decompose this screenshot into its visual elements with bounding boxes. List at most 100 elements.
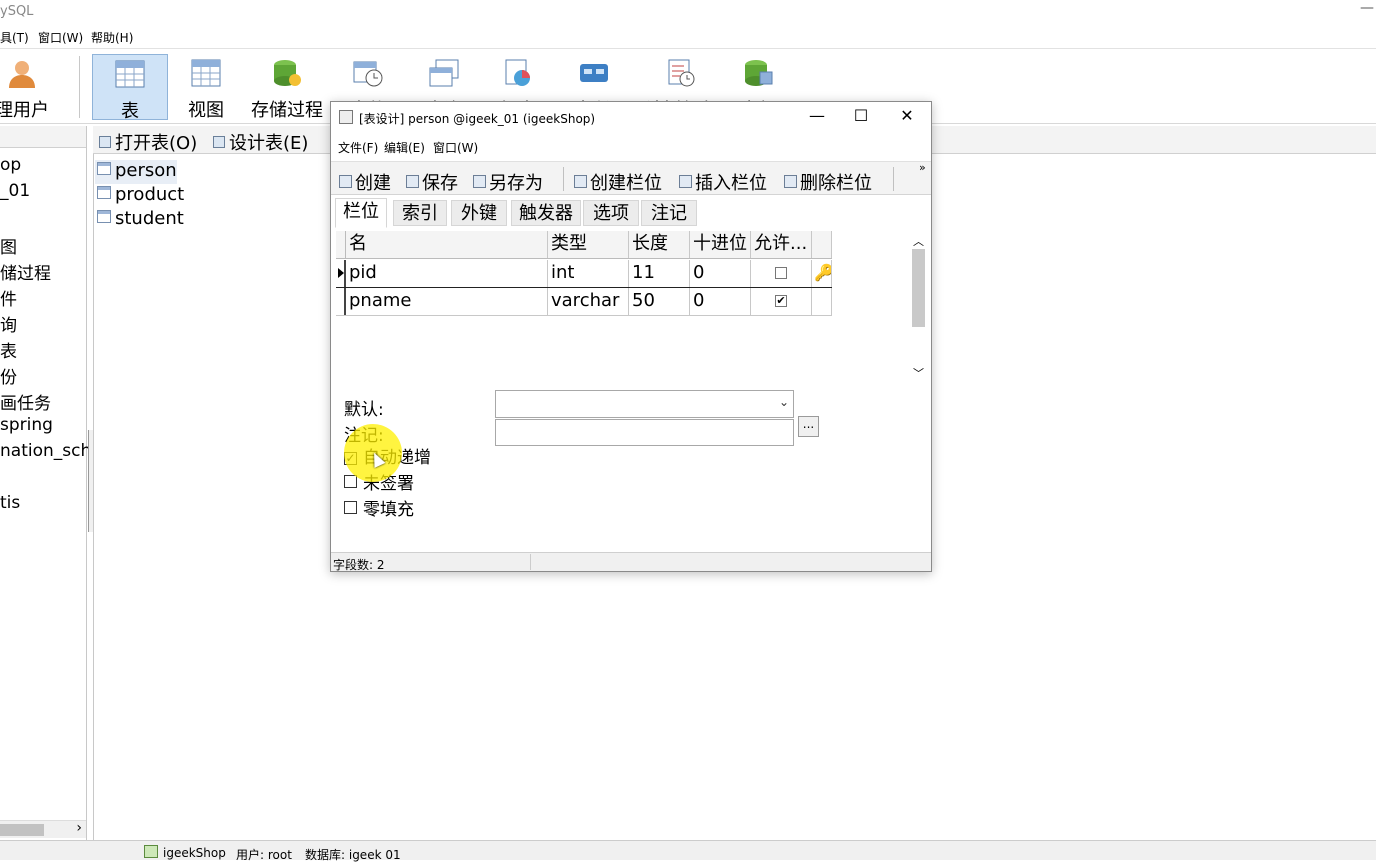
tree-item[interactable]: 图 [0, 233, 17, 258]
tree-item[interactable]: tis [0, 493, 20, 513]
minimize-button[interactable]: — [1360, 0, 1374, 16]
field-length-cell[interactable]: 50 [629, 288, 690, 315]
tab-triggers[interactable]: 触发器 [511, 200, 581, 226]
menu-help[interactable]: 帮助(H) [91, 29, 133, 46]
checkbox-box[interactable] [344, 501, 357, 514]
toolbar-overflow-button[interactable]: » [919, 162, 926, 174]
object-item-product[interactable]: product [95, 184, 184, 208]
column-header-key [812, 231, 832, 258]
add-field-button[interactable]: 创建栏位 [574, 169, 662, 195]
toolbar-user-button[interactable]: 理用户 [0, 54, 52, 121]
query-icon [429, 59, 459, 87]
field-length-cell[interactable]: 11 [629, 260, 690, 287]
field-decimals-cell[interactable]: 0 [690, 288, 751, 315]
allow-null-checkbox[interactable]: ✔ [775, 295, 787, 307]
current-row-icon [338, 268, 344, 278]
toolbar-procedure-label: 存储过程 [251, 100, 323, 121]
field-allow-null-cell[interactable]: ✔ [751, 288, 812, 315]
default-value-select[interactable]: ⌄ [495, 390, 794, 418]
comment-edit-button[interactable]: ... [798, 416, 819, 437]
save-as-button[interactable]: 另存为 [473, 169, 543, 195]
tree-item[interactable]: 画任务 [0, 389, 51, 414]
tree-item[interactable]: nation_sch [0, 441, 91, 461]
column-header-decimals[interactable]: 十进位 [690, 231, 751, 258]
dialog-status-bar: 字段数: 2 [331, 552, 931, 572]
tab-foreign-keys[interactable]: 外键 [451, 200, 507, 226]
create-label: 创建 [355, 173, 391, 194]
dialog-menu-file[interactable]: 文件(F) [338, 139, 378, 156]
primary-key-cell[interactable] [812, 288, 832, 315]
toolbar-separator [893, 167, 894, 191]
open-table-button[interactable]: 打开表(O) [99, 129, 197, 155]
menu-tools[interactable]: 具(T) [0, 29, 29, 46]
table-icon [97, 186, 111, 199]
menu-window[interactable]: 窗口(W) [38, 29, 83, 46]
dialog-close-button[interactable]: ✕ [887, 106, 927, 125]
toolbar-table-label: 表 [121, 101, 139, 122]
design-table-button[interactable]: 设计表(E) [213, 129, 308, 155]
primary-key-cell[interactable]: 🔑 [812, 260, 832, 287]
checkbox-box[interactable] [344, 475, 357, 488]
key-icon: 🔑 [814, 263, 832, 282]
dialog-maximize-button[interactable]: ☐ [841, 106, 881, 125]
all-icon [745, 60, 773, 86]
tree-search-bar[interactable] [0, 126, 86, 148]
tab-comment[interactable]: 注记 [641, 200, 697, 226]
tree-item[interactable]: 表 [0, 337, 17, 362]
table-row[interactable]: pid int 11 0 🔑 [336, 260, 832, 288]
dialog-minimize-button[interactable]: — [797, 106, 837, 125]
field-allow-null-cell[interactable] [751, 260, 812, 287]
tree-item[interactable]: _01 [0, 181, 30, 201]
field-name-cell[interactable]: pid [346, 260, 548, 287]
row-indicator [336, 231, 346, 258]
comment-field[interactable] [495, 419, 794, 446]
tab-options[interactable]: 选项 [583, 200, 639, 226]
dialog-menu-window[interactable]: 窗口(W) [433, 139, 478, 156]
create-button[interactable]: 创建 [339, 169, 391, 195]
field-name-cell[interactable]: pname [346, 288, 548, 315]
tab-fields[interactable]: 栏位 [335, 198, 387, 228]
table-row[interactable]: pname varchar 50 0 ✔ [336, 288, 832, 316]
column-header-name[interactable]: 名 [346, 231, 548, 258]
save-button[interactable]: 保存 [406, 169, 458, 195]
scroll-right-icon[interactable]: › [76, 820, 82, 836]
dialog-menu-edit[interactable]: 编辑(E) [384, 139, 425, 156]
scrollbar-thumb[interactable] [912, 249, 925, 327]
row-indicator [336, 260, 346, 287]
tree-item[interactable]: 份 [0, 363, 17, 388]
allow-null-checkbox[interactable] [775, 267, 787, 279]
field-type-cell[interactable]: int [548, 260, 629, 287]
tree-item[interactable]: 询 [0, 311, 17, 336]
grid-vertical-scrollbar[interactable]: ︿ ﹀ [910, 231, 927, 381]
open-table-label: 打开表(O) [115, 133, 198, 154]
scrollbar-thumb[interactable] [0, 824, 44, 836]
dialog-toolbar: 创建 保存 另存为 创建栏位 插入栏位 删除栏位 » [331, 161, 931, 195]
object-item-person[interactable]: person [95, 160, 177, 184]
object-item-student[interactable]: student [95, 208, 184, 232]
tree-item[interactable]: op [0, 155, 21, 175]
toolbar-view-button[interactable]: 视图 [178, 54, 234, 121]
tree-item[interactable]: 储过程 [0, 259, 51, 284]
column-header-length[interactable]: 长度 [629, 231, 690, 258]
scroll-up-icon[interactable]: ︿ [913, 233, 924, 249]
column-header-type[interactable]: 类型 [548, 231, 629, 258]
field-decimals-cell[interactable]: 0 [690, 260, 751, 287]
field-count: 字段数: 2 [333, 558, 385, 572]
tree-item[interactable]: 件 [0, 285, 17, 310]
toolbar-table-button[interactable]: 表 [92, 54, 168, 122]
default-label: 默认: [344, 400, 384, 420]
tab-indexes[interactable]: 索引 [393, 200, 447, 226]
field-type-cell[interactable]: varchar [548, 288, 629, 315]
zerofill-checkbox[interactable]: 零填充 [344, 495, 414, 520]
tree-item[interactable]: spring [0, 415, 53, 435]
insert-field-button[interactable]: 插入栏位 [679, 169, 767, 195]
column-header-allow-null[interactable]: 允许... [751, 231, 812, 258]
app-title: ySQL [0, 4, 34, 19]
toolbar-procedure-button[interactable]: 存储过程 [244, 54, 330, 121]
save-as-label: 另存为 [489, 173, 543, 194]
tree-horizontal-scrollbar[interactable]: › [0, 820, 86, 838]
report-icon [505, 59, 530, 86]
scroll-down-icon[interactable]: ﹀ [913, 365, 924, 381]
status-user: 用户: root [236, 848, 292, 862]
delete-field-button[interactable]: 删除栏位 [784, 169, 872, 195]
